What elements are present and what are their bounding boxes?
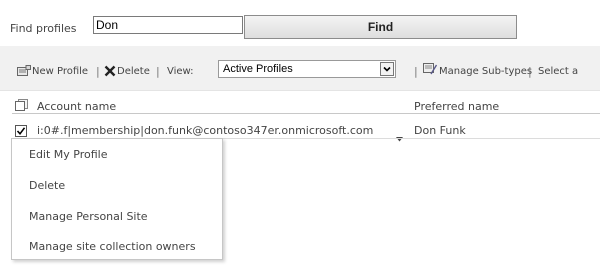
- find-button[interactable]: Find: [244, 15, 517, 39]
- delete-icon[interactable]: [104, 62, 116, 81]
- toolbar-separator: |: [96, 65, 100, 78]
- menu-item-edit-my-profile[interactable]: Edit My Profile: [29, 148, 108, 161]
- manage-subtypes-icon[interactable]: [422, 61, 438, 80]
- menu-item-delete[interactable]: Delete: [29, 179, 65, 192]
- select-all-button[interactable]: Select a: [538, 66, 578, 77]
- context-menu: Edit My Profile Delete Manage Personal S…: [11, 138, 223, 260]
- view-select[interactable]: Active Profiles: [218, 60, 396, 78]
- row-account-name[interactable]: i:0#.f|membership|don.funk@contoso347er.…: [37, 124, 373, 137]
- manage-subtypes-button[interactable]: Manage Sub-types: [439, 66, 532, 77]
- new-profile-icon[interactable]: [17, 62, 31, 81]
- menu-item-manage-personal-site[interactable]: Manage Personal Site: [29, 210, 148, 223]
- new-profile-button[interactable]: New Profile: [32, 66, 88, 77]
- find-profiles-input[interactable]: [93, 16, 243, 34]
- header-divider: [12, 113, 600, 114]
- find-profiles-label: Find profiles: [10, 22, 77, 35]
- row-menu-arrow-icon[interactable]: [396, 127, 403, 146]
- menu-item-manage-site-collection-owners[interactable]: Manage site collection owners: [29, 240, 196, 253]
- column-header-account-name[interactable]: Account name: [37, 100, 116, 113]
- toolbar-separator: |: [414, 65, 418, 78]
- delete-button[interactable]: Delete: [117, 66, 150, 77]
- chevron-down-icon[interactable]: [380, 62, 394, 76]
- view-select-value: Active Profiles: [223, 63, 293, 75]
- column-header-preferred-name[interactable]: Preferred name: [414, 100, 499, 113]
- toolbar-separator: |: [156, 65, 160, 78]
- view-label: View:: [167, 66, 194, 77]
- row-preferred-name: Don Funk: [414, 124, 466, 137]
- toolbar-separator: |: [528, 65, 532, 78]
